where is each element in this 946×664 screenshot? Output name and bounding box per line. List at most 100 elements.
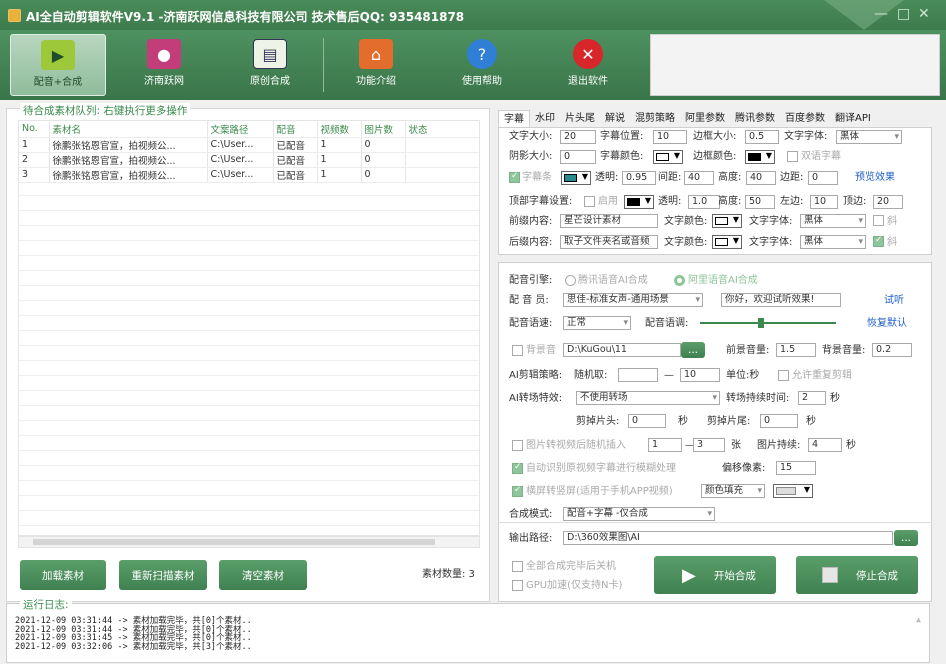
border-size-input[interactable]: 0.5 — [745, 130, 779, 144]
top-height-input[interactable]: 50 — [745, 195, 775, 209]
reset-default-link[interactable]: 恢复默认 — [867, 317, 907, 331]
table-row[interactable]: 1 徐鹏张铭恩官宣，拍视频公... C:\User... 已配音 1 0 — [19, 137, 479, 153]
tab-baidu-params[interactable]: 百度参数 — [780, 110, 830, 128]
suffix-color-picker[interactable]: ▼ — [712, 235, 742, 249]
toolbar-features[interactable]: ⌂ 功能介绍 — [328, 34, 424, 96]
queue-table-area[interactable]: No. 素材名 文案路径 配音 视频数 图片数 状态 1 徐鹏张铭恩官宣，拍视频… — [18, 120, 480, 536]
bg-volume-input[interactable]: 0.2 — [872, 343, 912, 357]
bgm-browse-button[interactable]: ... — [681, 342, 705, 358]
allow-repeat-checkbox[interactable] — [778, 370, 789, 381]
scrollbar-thumb[interactable] — [33, 539, 435, 545]
fg-volume-input[interactable]: 1.5 — [776, 343, 816, 357]
rescan-button[interactable]: 重新扫描素材 — [119, 560, 207, 590]
engine-tencent-radio[interactable] — [565, 275, 576, 286]
toolbar-help[interactable]: ? 使用帮助 — [434, 34, 530, 96]
speed-select[interactable]: 正常 — [563, 316, 631, 330]
output-browse-button[interactable]: ... — [894, 530, 918, 546]
margin-input[interactable]: 0 — [808, 171, 838, 185]
suffix-input[interactable]: 取子文件夹名或音频 — [560, 235, 658, 249]
output-path-input[interactable]: D:\360效果图\AI — [563, 531, 893, 545]
dual-subtitle-checkbox[interactable] — [787, 151, 798, 162]
suffix-italic-checkbox[interactable] — [873, 235, 884, 247]
tab-watermark[interactable]: 水印 — [530, 110, 560, 128]
height-input[interactable]: 40 — [746, 171, 776, 185]
offset-input[interactable]: 15 — [776, 461, 816, 475]
opacity-input[interactable]: 0.95 — [622, 171, 656, 185]
engine-ali-radio[interactable] — [674, 275, 685, 286]
toolbar-original[interactable]: ▤ 原创合成 — [222, 34, 318, 96]
minimize-icon[interactable]: — — [874, 6, 888, 22]
clear-button[interactable]: 清空素材 — [219, 560, 307, 590]
position-input[interactable]: 10 — [653, 130, 687, 144]
top-enable-checkbox[interactable] — [584, 196, 595, 207]
scroll-up-icon[interactable]: ▲ — [908, 615, 921, 625]
gpu-checkbox[interactable] — [512, 580, 523, 591]
col-header[interactable]: 文案路径 — [207, 121, 274, 138]
col-header[interactable]: 视频数 — [317, 121, 362, 138]
top-color-picker[interactable]: ▼ — [624, 195, 654, 209]
compose-mode-select[interactable]: 配音+字幕 -仅合成 — [563, 507, 715, 521]
tab-translate-api[interactable]: 翻译API — [830, 110, 876, 128]
prefix-input[interactable]: 星芒设计素材 — [560, 214, 658, 228]
bgm-checkbox[interactable] — [512, 345, 523, 356]
tone-slider-track[interactable] — [700, 322, 836, 324]
prefix-font-select[interactable]: 黑体 — [800, 214, 866, 228]
fill-mode-select[interactable]: 颜色填充 — [701, 484, 765, 498]
fill-color-picker[interactable]: ▼ — [773, 484, 813, 498]
preview-link[interactable]: 预览效果 — [855, 171, 895, 185]
toolbar-dub-compose[interactable]: ▶ 配音+合成 — [10, 34, 106, 96]
image-from-input[interactable]: 1 — [648, 438, 682, 452]
transition-duration-input[interactable]: 2 — [798, 391, 826, 405]
col-header[interactable]: 状态 — [405, 121, 479, 138]
top-margin-input[interactable]: 20 — [873, 195, 903, 209]
horizontal-scrollbar[interactable] — [18, 536, 480, 548]
tab-intro-outro[interactable]: 片头尾 — [560, 110, 600, 128]
shadow-input[interactable]: 0 — [560, 150, 596, 164]
subtitle-bar-color-picker[interactable]: ▼ — [561, 171, 591, 185]
spacing-input[interactable]: 40 — [684, 171, 714, 185]
shutdown-checkbox[interactable] — [512, 561, 523, 572]
col-header[interactable]: No. — [19, 121, 50, 138]
tab-subtitle[interactable]: 字幕 — [498, 110, 530, 128]
col-header[interactable]: 图片数 — [361, 121, 406, 138]
bgm-path-input[interactable]: D:\KuGou\11 — [563, 343, 681, 357]
stop-compose-button[interactable]: 停止合成 — [796, 556, 918, 594]
transition-select[interactable]: 不使用转场 — [576, 391, 720, 405]
vertical-checkbox[interactable] — [512, 485, 523, 497]
strategy-from-input[interactable] — [618, 368, 658, 382]
tone-slider-thumb[interactable] — [758, 318, 764, 328]
font-select[interactable]: 黑体 — [836, 130, 902, 144]
subtitle-bar-checkbox[interactable] — [509, 171, 520, 183]
start-compose-button[interactable]: ▶ 开始合成 — [654, 556, 776, 594]
left-input[interactable]: 10 — [810, 195, 838, 209]
subtitle-color-picker[interactable]: ▼ — [653, 150, 683, 164]
cut-head-input[interactable]: 0 — [628, 414, 666, 428]
listen-link[interactable]: 试听 — [884, 294, 904, 308]
close-icon[interactable]: ✕ — [918, 6, 930, 22]
toolbar-exit[interactable]: ✕ 退出软件 — [540, 34, 636, 96]
prefix-italic-checkbox[interactable] — [873, 215, 884, 226]
blur-checkbox[interactable] — [512, 462, 523, 474]
border-color-picker[interactable]: ▼ — [745, 150, 775, 164]
tab-tencent-params[interactable]: 腾讯参数 — [730, 110, 780, 128]
strategy-to-input[interactable]: 10 — [680, 368, 720, 382]
image-insert-checkbox[interactable] — [512, 440, 523, 451]
table-row[interactable]: 2 徐鹏张铭恩官宣，拍视频公... C:\User... 已配音 1 0 — [19, 152, 479, 168]
col-header[interactable]: 配音 — [273, 121, 318, 138]
tab-ali-params[interactable]: 阿里参数 — [680, 110, 730, 128]
maximize-icon[interactable]: □ — [897, 6, 910, 22]
prefix-color-picker[interactable]: ▼ — [712, 214, 742, 228]
font-size-input[interactable]: 20 — [560, 130, 596, 144]
col-header[interactable]: 素材名 — [49, 121, 208, 138]
suffix-font-select[interactable]: 黑体 — [800, 235, 866, 249]
cut-tail-input[interactable]: 0 — [760, 414, 798, 428]
load-button[interactable]: 加载素材 — [20, 560, 106, 590]
toolbar-jinan[interactable]: ● 济南跃网 — [116, 34, 212, 96]
tab-mix-strategy[interactable]: 混剪策略 — [630, 110, 680, 128]
sample-text-input[interactable]: 你好，欢迎试听效果! — [721, 293, 841, 307]
tab-narration[interactable]: 解说 — [600, 110, 630, 128]
image-duration-input[interactable]: 4 — [808, 438, 842, 452]
voice-actor-select[interactable]: 思佳-标准女声-通用场景 — [563, 293, 703, 307]
run-log[interactable]: 2021-12-09 03:31:44 -> 素材加载完毕，共[0]个素材.. … — [6, 603, 930, 663]
table-row[interactable]: 3 徐鹏张铭恩官宣，拍视频公... C:\User... 已配音 1 0 — [19, 167, 479, 183]
